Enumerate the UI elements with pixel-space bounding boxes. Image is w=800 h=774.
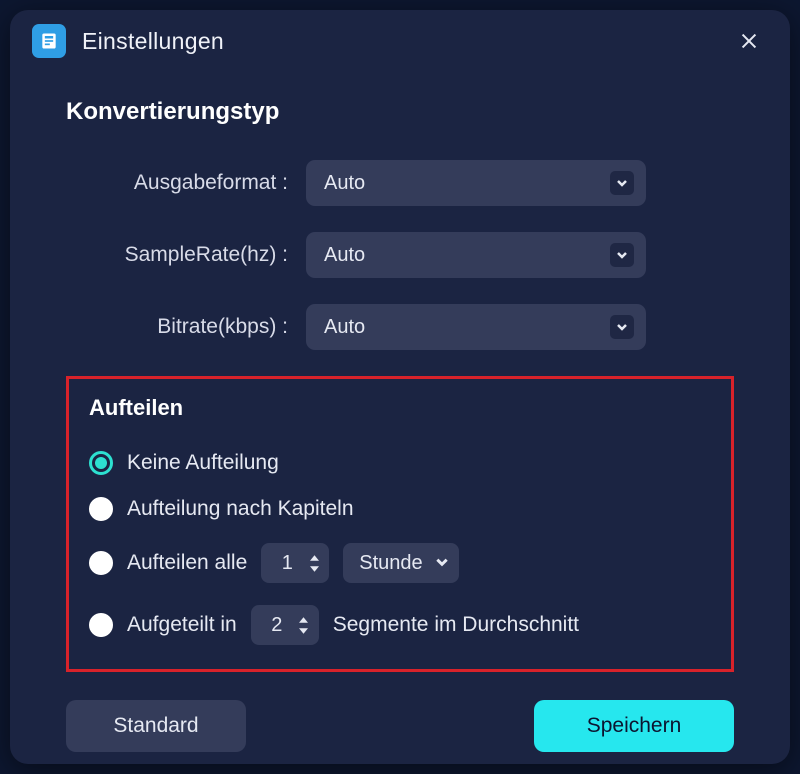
output-format-select[interactable]: Auto: [306, 160, 646, 206]
bitrate-select[interactable]: Auto: [306, 304, 646, 350]
split-option-segments-prefix: Aufgeteilt in: [127, 613, 237, 637]
split-every-unit-value: Stunde: [359, 552, 422, 575]
samplerate-label: SampleRate(hz) :: [66, 243, 306, 267]
row-output-format: Ausgabeformat : Auto: [66, 160, 734, 206]
output-format-label: Ausgabeformat :: [66, 171, 306, 195]
close-button[interactable]: [732, 24, 766, 58]
chevron-down-icon: [610, 315, 634, 339]
samplerate-select[interactable]: Auto: [306, 232, 646, 278]
dialog-footer: Standard Speichern: [10, 672, 790, 764]
spinner-up-icon[interactable]: [307, 553, 321, 563]
split-option-chapters[interactable]: Aufteilung nach Kapiteln: [89, 497, 711, 521]
split-section-title: Aufteilen: [89, 395, 711, 421]
samplerate-value: Auto: [324, 244, 365, 267]
spinner-up-icon[interactable]: [297, 615, 311, 625]
app-icon: [32, 24, 66, 58]
chevron-down-icon: [610, 171, 634, 195]
bitrate-label: Bitrate(kbps) :: [66, 315, 306, 339]
spinner-down-icon[interactable]: [307, 564, 321, 574]
split-option-every-prefix: Aufteilen alle: [127, 551, 247, 575]
split-section-highlight: Aufteilen Keine Aufteilung Aufteilung na…: [66, 376, 734, 672]
spinner-value: 1: [277, 552, 297, 575]
split-every-unit-select[interactable]: Stunde: [343, 543, 458, 583]
radio-icon[interactable]: [89, 613, 113, 637]
row-bitrate: Bitrate(kbps) : Auto: [66, 304, 734, 350]
spinner-down-icon[interactable]: [297, 626, 311, 636]
split-every-value-stepper[interactable]: 1: [261, 543, 329, 583]
bitrate-value: Auto: [324, 316, 365, 339]
chevron-down-icon: [435, 551, 449, 575]
split-option-every[interactable]: Aufteilen alle 1 Stunde: [89, 543, 711, 583]
radio-icon[interactable]: [89, 551, 113, 575]
spinner-value: 2: [267, 614, 287, 637]
split-option-segments[interactable]: Aufgeteilt in 2 Segmente im Durchschnitt: [89, 605, 711, 645]
split-option-segments-suffix: Segmente im Durchschnitt: [333, 613, 579, 637]
radio-icon[interactable]: [89, 497, 113, 521]
spinner-arrows: [297, 615, 311, 636]
spinner-arrows: [307, 553, 321, 574]
split-segments-value-stepper[interactable]: 2: [251, 605, 319, 645]
radio-icon[interactable]: [89, 451, 113, 475]
conversion-section-title: Konvertierungstyp: [66, 98, 734, 126]
row-samplerate: SampleRate(hz) : Auto: [66, 232, 734, 278]
chevron-down-icon: [610, 243, 634, 267]
default-button[interactable]: Standard: [66, 700, 246, 752]
titlebar: Einstellungen: [10, 10, 790, 68]
split-option-none-label: Keine Aufteilung: [127, 451, 279, 475]
output-format-value: Auto: [324, 172, 365, 195]
dialog-content: Konvertierungstyp Ausgabeformat : Auto S…: [10, 68, 790, 672]
split-option-chapters-label: Aufteilung nach Kapiteln: [127, 497, 354, 521]
dialog-title: Einstellungen: [82, 28, 224, 55]
settings-dialog: Einstellungen Konvertierungstyp Ausgabef…: [10, 10, 790, 764]
split-option-none[interactable]: Keine Aufteilung: [89, 451, 711, 475]
save-button[interactable]: Speichern: [534, 700, 734, 752]
